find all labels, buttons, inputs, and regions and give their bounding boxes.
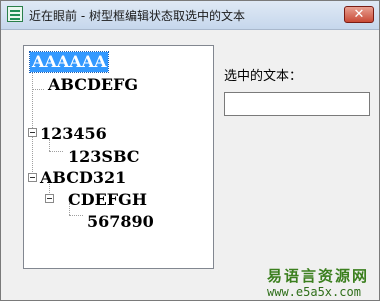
tree-node[interactable]: CDEFGH — [68, 190, 147, 210]
collapse-icon[interactable] — [28, 173, 37, 182]
tree-node[interactable]: ABCD321 — [40, 168, 126, 188]
main-window: 近在眼前 - 树型框编辑状态取选中的文本 ✕ AAAAAA ABCDEFG 12… — [0, 0, 380, 301]
client-area: AAAAAA ABCDEFG 123456 123SBC ABCD321 CDE… — [5, 31, 375, 299]
tree-node-selected[interactable]: AAAAAA — [28, 51, 110, 73]
tree-node[interactable]: 123SBC — [68, 147, 140, 167]
app-logo-icon — [7, 6, 23, 22]
tree-line — [49, 151, 63, 152]
collapse-icon[interactable] — [45, 194, 54, 203]
collapse-icon[interactable] — [28, 128, 37, 137]
watermark-site-name: 易语言资源网 — [267, 267, 370, 285]
close-icon: ✕ — [353, 7, 365, 22]
tree-node[interactable]: ABCDEFG — [48, 75, 138, 95]
selected-text-label: 选中的文本： — [224, 69, 303, 84]
tree-node[interactable]: 123456 — [40, 124, 107, 144]
tree-line — [32, 89, 44, 90]
tree-line — [69, 215, 83, 216]
title-bar[interactable]: 近在眼前 - 树型框编辑状态取选中的文本 ✕ — [1, 1, 379, 30]
selected-text-field[interactable] — [224, 92, 370, 116]
tree-line — [32, 70, 33, 178]
watermark-url: www.e5a5x.com — [267, 285, 361, 299]
tree-view[interactable]: AAAAAA ABCDEFG 123456 123SBC ABCD321 CDE… — [23, 45, 214, 269]
window-title: 近在眼前 - 树型框编辑状态取选中的文本 — [29, 9, 245, 23]
tree-node[interactable]: 567890 — [87, 212, 154, 232]
close-button[interactable]: ✕ — [344, 6, 374, 23]
